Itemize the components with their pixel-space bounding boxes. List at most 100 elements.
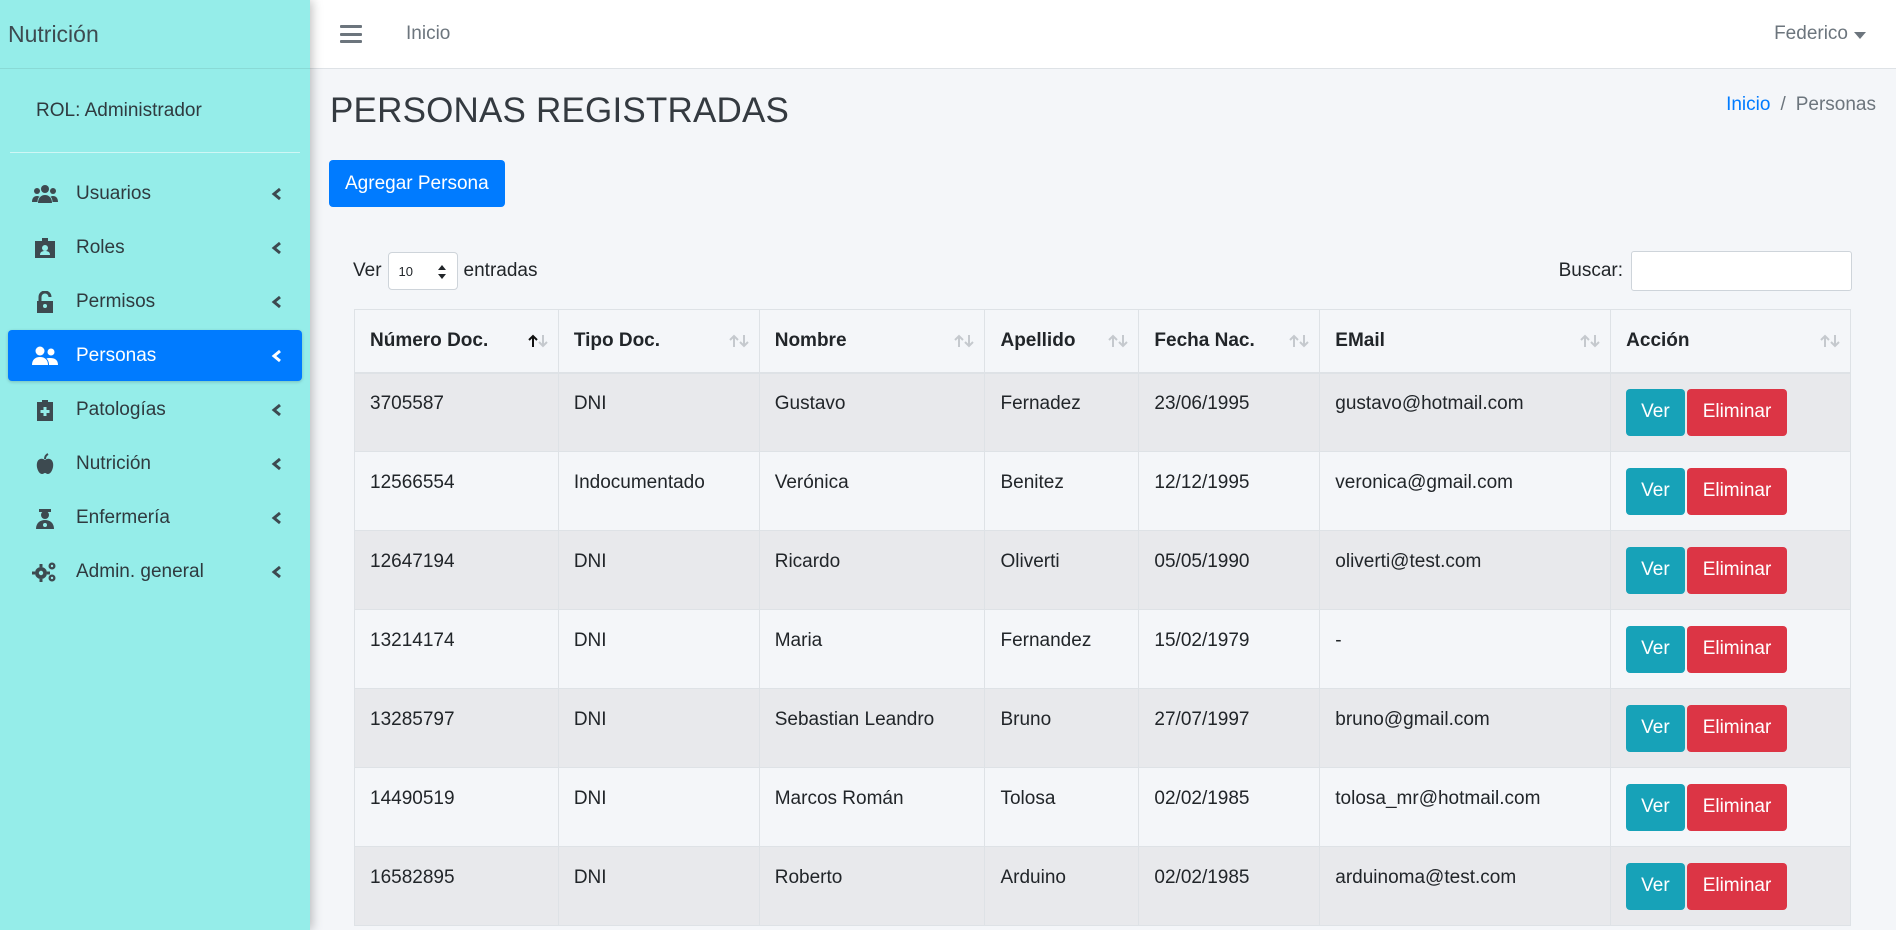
- chevron-left-icon: [270, 187, 284, 201]
- cell-text: Gustavo: [774, 393, 846, 415]
- sidebar-item-patologias[interactable]: Patologías: [8, 384, 302, 435]
- view-button[interactable]: Ver: [1626, 704, 1685, 752]
- cell-text: Verónica: [774, 472, 849, 493]
- user-friends-icon: [30, 344, 60, 368]
- page-length-select[interactable]: 10: [387, 252, 458, 290]
- chevron-left-icon: [270, 511, 284, 525]
- sidebar-item-label: Admin. general: [76, 560, 204, 582]
- delete-button[interactable]: Eliminar: [1686, 546, 1788, 594]
- search-input[interactable]: [1631, 251, 1852, 291]
- cell-text: DNI: [573, 788, 607, 809]
- sidebar-item-roles[interactable]: Roles: [8, 222, 302, 273]
- cell-text: Ricardo: [774, 551, 841, 572]
- view-button[interactable]: Ver: [1626, 862, 1685, 910]
- sidebar-item-label: Enfermería: [76, 506, 170, 528]
- cell-text: Tolosa: [1000, 788, 1056, 809]
- column-header-tipo-doc[interactable]: Tipo Doc.: [557, 309, 760, 374]
- cell-fecha-nac: 05/05/1990: [1138, 530, 1321, 610]
- view-button[interactable]: Ver: [1626, 783, 1685, 831]
- sidebar-item-permisos[interactable]: Permisos: [8, 276, 302, 327]
- user-menu[interactable]: Federico: [1774, 23, 1866, 45]
- cell-accion: Ver Eliminar: [1610, 846, 1851, 926]
- cell-nombre: Maria: [758, 609, 986, 689]
- column-header-email[interactable]: EMail: [1319, 309, 1612, 374]
- cell-nombre: Roberto: [758, 846, 986, 926]
- cell-text: 3705587: [370, 393, 444, 415]
- sidebar: Nutrición ROL: Administrador Usuarios Ro…: [0, 0, 310, 930]
- sidebar-item-admin-general[interactable]: Admin. general: [8, 546, 302, 597]
- delete-button[interactable]: Eliminar: [1686, 783, 1788, 831]
- cell-numero-doc: 16582895: [354, 846, 559, 926]
- sidebar-item-label: Roles: [76, 236, 125, 258]
- delete-button[interactable]: Eliminar: [1686, 625, 1788, 673]
- cell-text: 02/02/1985: [1154, 788, 1250, 809]
- sidebar-item-nutricion[interactable]: Nutrición: [8, 438, 302, 489]
- breadcrumb-current: Personas: [1795, 94, 1876, 115]
- cell-text: Marcos Román: [774, 788, 904, 809]
- cell-text: Arduino: [1000, 867, 1066, 888]
- sidebar-item-usuarios[interactable]: Usuarios: [8, 168, 302, 219]
- column-label: Número Doc.: [370, 329, 489, 351]
- cell-text: 13214174: [370, 630, 455, 651]
- view-button[interactable]: Ver: [1626, 388, 1685, 436]
- cell-apellido: Oliverti: [984, 530, 1140, 610]
- cell-tipo-doc: DNI: [557, 846, 760, 926]
- cell-text: 12647194: [370, 551, 455, 572]
- search-control: Buscar:: [1559, 251, 1852, 291]
- cell-tipo-doc: DNI: [557, 530, 760, 610]
- table-header-row: Número Doc. Tipo Doc. Nombre Apellido Fe…: [354, 309, 1851, 374]
- delete-button[interactable]: Eliminar: [1686, 388, 1788, 436]
- cell-text: Indocumentado: [573, 472, 705, 493]
- cell-text: 05/05/1990: [1154, 551, 1250, 572]
- column-header-numero-doc[interactable]: Número Doc.: [354, 309, 559, 374]
- sidebar-item-personas[interactable]: Personas: [8, 330, 302, 381]
- column-header-fecha-nac[interactable]: Fecha Nac.: [1138, 309, 1321, 374]
- cell-accion: Ver Eliminar: [1610, 688, 1851, 768]
- cell-text: -: [1335, 630, 1342, 651]
- chevron-left-icon: [270, 349, 284, 363]
- page-length-value: 10: [398, 263, 413, 279]
- cell-accion: Ver Eliminar: [1610, 530, 1851, 610]
- chevron-left-icon: [270, 403, 284, 417]
- column-header-apellido[interactable]: Apellido: [984, 309, 1140, 374]
- cell-text: 23/06/1995: [1154, 393, 1250, 415]
- delete-button[interactable]: Eliminar: [1686, 862, 1788, 910]
- nav-link-inicio[interactable]: Inicio: [406, 23, 450, 45]
- hamburger-menu-icon[interactable]: [340, 25, 362, 43]
- column-label: Acción: [1626, 329, 1690, 351]
- view-button[interactable]: Ver: [1626, 546, 1685, 594]
- cell-text: Oliverti: [1000, 551, 1060, 572]
- breadcrumb-home-link[interactable]: Inicio: [1726, 94, 1770, 116]
- view-button[interactable]: Ver: [1626, 467, 1685, 515]
- cell-accion: Ver Eliminar: [1610, 372, 1851, 452]
- cell-fecha-nac: 02/02/1985: [1138, 767, 1321, 847]
- user-nurse-icon: [30, 506, 60, 530]
- cell-text: Sebastian Leandro: [774, 709, 935, 730]
- cell-numero-doc: 13285797: [354, 688, 559, 768]
- cell-text: DNI: [573, 630, 607, 651]
- unlock-icon: [30, 290, 60, 314]
- table-row: 13214174 DNI Maria Fernandez 15/02/1979 …: [354, 609, 1851, 689]
- sidebar-item-enfermeria[interactable]: Enfermería: [8, 492, 302, 543]
- sidebar-nav: Usuarios Roles Permisos Personas Patolog…: [0, 153, 310, 597]
- cell-numero-doc: 12647194: [354, 530, 559, 610]
- column-label: Tipo Doc.: [573, 329, 661, 351]
- brand-logo[interactable]: Nutrición: [0, 0, 310, 69]
- caret-down-icon: [1854, 32, 1866, 39]
- cell-email: -: [1319, 609, 1612, 689]
- sidebar-item-label: Nutrición: [76, 452, 151, 474]
- cell-email: arduinoma@test.com: [1319, 846, 1612, 926]
- add-person-button[interactable]: Agregar Persona: [329, 160, 505, 207]
- delete-button[interactable]: Eliminar: [1686, 467, 1788, 515]
- sort-icon: [1820, 334, 1840, 348]
- column-header-nombre[interactable]: Nombre: [758, 309, 986, 374]
- users-icon: [30, 182, 60, 206]
- cell-email: oliverti@test.com: [1319, 530, 1612, 610]
- cell-text: 02/02/1985: [1154, 867, 1250, 888]
- sidebar-item-label: Permisos: [76, 290, 156, 312]
- column-header-accion[interactable]: Acción: [1610, 309, 1851, 374]
- cell-apellido: Fernadez: [984, 372, 1140, 452]
- cell-text: Bruno: [1000, 709, 1052, 730]
- delete-button[interactable]: Eliminar: [1686, 704, 1788, 752]
- view-button[interactable]: Ver: [1626, 625, 1685, 673]
